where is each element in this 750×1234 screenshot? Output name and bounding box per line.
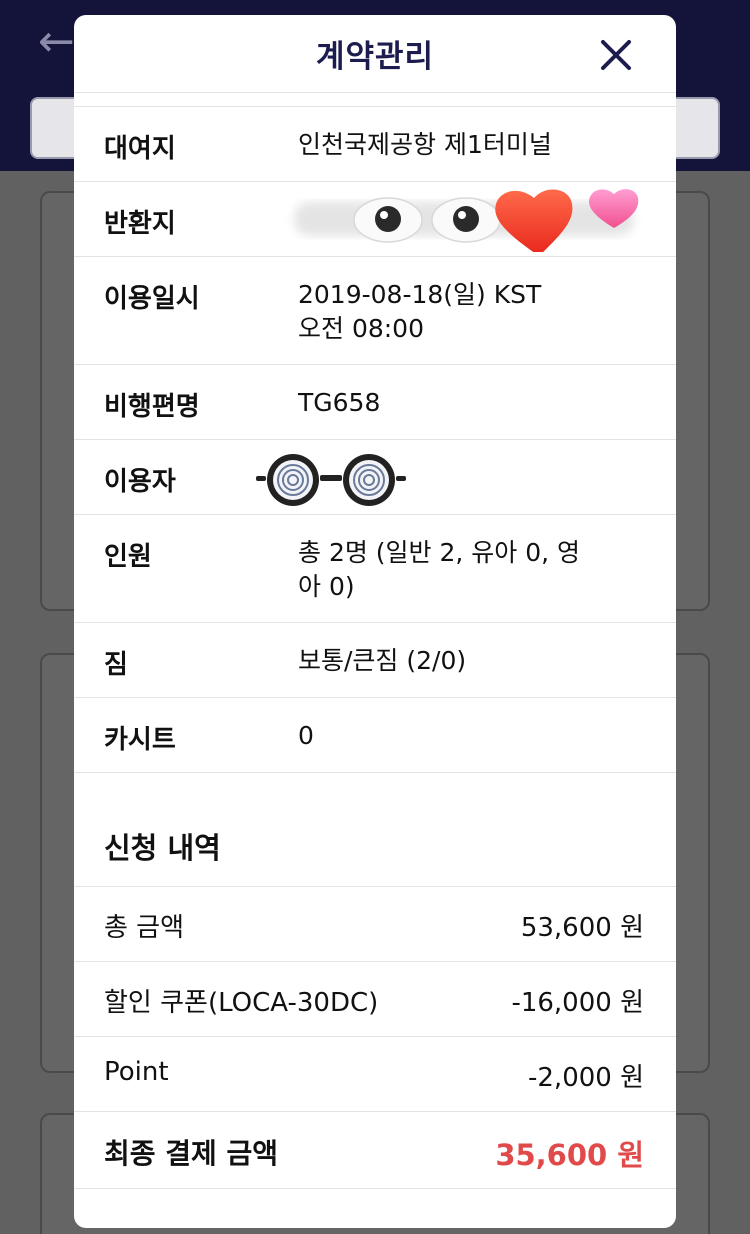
info-row-user: 이용자 — [74, 440, 676, 515]
info-value: 인천국제공항 제1터미널 — [298, 130, 552, 159]
close-icon — [601, 40, 631, 70]
info-value: 2019-08-18(일) KST 오전 08:00 — [298, 280, 542, 343]
info-row-return: 반환지 — [74, 182, 676, 257]
summary-row-point: Point -2,000 원 — [74, 1037, 676, 1112]
summary-label: 총 금액 — [104, 913, 185, 943]
modal-title: 계약관리 — [315, 39, 435, 75]
summary-label: 할인 쿠폰(LOCA-30DC) — [104, 988, 379, 1018]
info-value: 0 — [298, 721, 314, 750]
summary-row-total: 총 금액 53,600 원 — [74, 887, 676, 962]
info-value: TG658 — [298, 388, 381, 417]
final-amount-label: 최종 결제 금액 — [104, 1137, 279, 1170]
summary-row-final: 최종 결제 금액 35,600 원 — [74, 1112, 676, 1189]
summary-value: -16,000 원 — [511, 988, 644, 1018]
summary-label: Point — [104, 1057, 169, 1087]
hypnotic-glasses-icon — [256, 454, 406, 506]
info-label: 비행편명 — [104, 392, 200, 422]
info-row-passengers: 인원 총 2명 (일반 2, 유아 0, 영 아 0) — [74, 515, 676, 623]
info-row-luggage: 짐 보통/큰짐 (2/0) — [74, 623, 676, 698]
info-label: 대여지 — [104, 134, 176, 164]
divider — [74, 93, 676, 107]
close-button[interactable] — [596, 35, 636, 75]
redaction-stickers — [294, 189, 639, 252]
info-label: 이용자 — [104, 467, 176, 497]
summary-row-coupon: 할인 쿠폰(LOCA-30DC) -16,000 원 — [74, 962, 676, 1037]
info-row-flight: 비행편명 TG658 — [74, 365, 676, 440]
info-label: 반환지 — [104, 209, 176, 239]
info-label: 이용일시 — [104, 284, 200, 314]
info-value: 보통/큰짐 (2/0) — [298, 646, 467, 675]
info-label: 카시트 — [104, 725, 176, 755]
final-amount-value: 35,600 원 — [495, 1138, 644, 1172]
info-label: 인원 — [104, 542, 152, 572]
info-row-datetime: 이용일시 2019-08-18(일) KST 오전 08:00 — [74, 257, 676, 365]
info-value: 총 2명 (일반 2, 유아 0, 영 아 0) — [298, 538, 581, 601]
modal-header: 계약관리 — [74, 15, 676, 93]
summary-value: -2,000 원 — [528, 1063, 644, 1093]
info-row-pickup: 대여지 인천국제공항 제1터미널 — [74, 107, 676, 182]
screen: ← 계약관리 대여지 인천국제공항 제1터미널 반환지 이용일시 2019-08… — [0, 0, 750, 1234]
info-row-carseat: 카시트 0 — [74, 698, 676, 773]
summary-value: 53,600 원 — [520, 913, 644, 943]
contract-management-modal: 계약관리 대여지 인천국제공항 제1터미널 반환지 이용일시 2019-08-1… — [74, 15, 676, 1228]
heart-icon — [495, 189, 573, 252]
section-title: 신청 내역 — [74, 809, 676, 887]
info-label: 짐 — [104, 650, 128, 680]
